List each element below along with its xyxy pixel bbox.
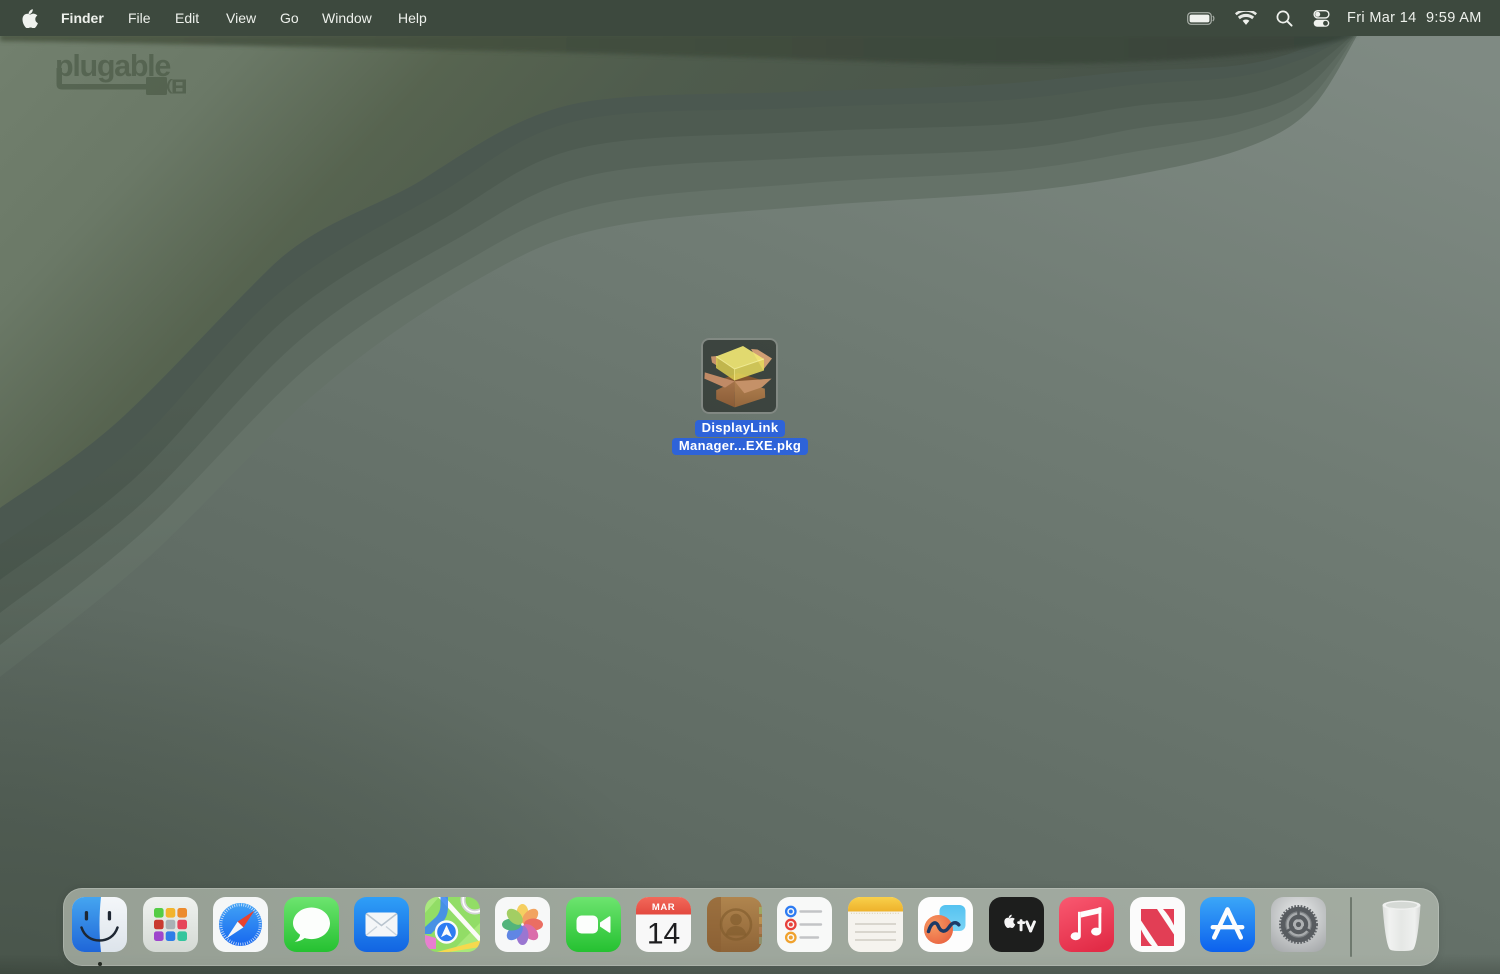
svg-text:14: 14 xyxy=(647,918,680,951)
svg-text:MAR: MAR xyxy=(652,902,675,913)
